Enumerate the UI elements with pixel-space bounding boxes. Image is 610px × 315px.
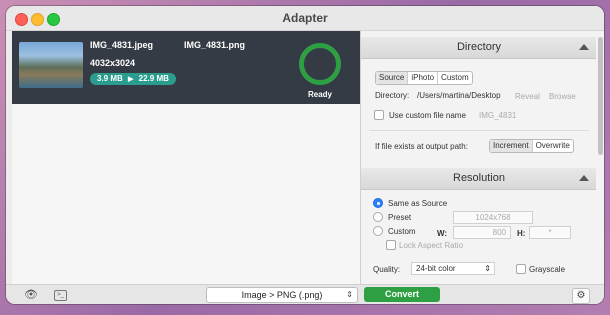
height-input[interactable]: * (529, 226, 571, 239)
preset-select[interactable]: 1024x768 (453, 211, 533, 224)
custom-label: Custom (388, 227, 416, 236)
progress-ring-icon (299, 43, 341, 85)
convert-button[interactable]: Convert (364, 287, 440, 302)
file-row[interactable]: IMG_4831.jpeg IMG_4831.png 4032x3024 3.9… (12, 31, 360, 104)
quality-select[interactable]: 24-bit color ⇕ (411, 262, 495, 275)
preset-label: Preset (388, 213, 412, 222)
size-badge: 3.9 MB ▶ 22.9 MB (90, 73, 176, 85)
bottom-toolbar: 👁 >_ Image > PNG (.png) ⇕ Convert ⚙ (6, 284, 604, 304)
title-bar: Adapter (6, 6, 604, 31)
custom-name-label: Use custom file name (389, 111, 466, 120)
directory-section-header[interactable]: Directory (361, 37, 597, 59)
settings-scrollbar[interactable] (596, 31, 604, 284)
custom-name-checkbox[interactable] (374, 110, 384, 120)
lock-aspect-label: Lock Aspect Ratio (399, 241, 464, 250)
chevron-updown-icon: ⇕ (484, 264, 491, 273)
browse-button[interactable]: Browse (549, 92, 576, 101)
collapse-triangle-icon[interactable] (579, 44, 589, 50)
custom-name-field[interactable]: IMG_4831 (479, 111, 516, 120)
grayscale-checkbox[interactable] (516, 264, 526, 274)
tab-custom[interactable]: Custom (438, 72, 472, 84)
collapse-triangle-icon[interactable] (579, 175, 589, 181)
directory-label: Directory: (375, 91, 410, 100)
format-select[interactable]: Image > PNG (.png) ⇕ (206, 287, 358, 303)
chevron-updown-icon: ⇕ (346, 290, 353, 299)
output-file-name: IMG_4831.png (184, 40, 246, 50)
status-label: Ready (307, 90, 332, 99)
same-as-source-radio[interactable] (373, 198, 383, 208)
window-title: Adapter (282, 11, 328, 25)
gear-icon[interactable]: ⚙ (572, 288, 590, 304)
directory-path: /Users/martina/Desktop (417, 91, 501, 100)
width-label: W: (437, 229, 448, 238)
preset-radio[interactable] (373, 212, 383, 222)
resolution-header-label: Resolution (453, 172, 505, 184)
reveal-button[interactable]: Reveal (515, 92, 540, 101)
same-as-source-label: Same as Source (388, 199, 448, 208)
quality-value: 24-bit color (416, 264, 456, 273)
lock-aspect-checkbox[interactable] (386, 240, 396, 250)
image-dimensions: 4032x3024 (90, 58, 136, 68)
format-value: Image > PNG (.png) (241, 290, 323, 300)
app-window: Adapter IMG_4831.jpeg IMG_4831.png 4032x… (6, 6, 604, 304)
directory-header-label: Directory (456, 41, 501, 53)
option-increment[interactable]: Increment (490, 140, 533, 152)
terminal-icon[interactable]: >_ (54, 290, 67, 301)
tab-iphoto[interactable]: iPhoto (408, 72, 439, 84)
file-exists-options: Increment Overwrite (489, 139, 574, 153)
width-input[interactable]: 800 (453, 226, 511, 239)
arrow-right-icon: ▶ (128, 76, 134, 83)
source-file-name: IMG_4831.jpeg (90, 40, 154, 50)
image-thumbnail (19, 42, 83, 88)
settings-panel: Directory Source iPhoto Custom Directory… (360, 31, 597, 284)
eye-icon[interactable]: 👁 (24, 288, 38, 302)
height-label: H: (517, 229, 526, 238)
scrollbar-thumb[interactable] (598, 37, 603, 155)
grayscale-label: Grayscale (529, 265, 566, 274)
size-from: 3.9 MB (97, 74, 123, 83)
size-to: 22.9 MB (138, 74, 169, 83)
file-queue: IMG_4831.jpeg IMG_4831.png 4032x3024 3.9… (12, 31, 360, 284)
option-overwrite[interactable]: Overwrite (533, 140, 573, 152)
tab-source[interactable]: Source (376, 72, 409, 84)
quality-label: Quality: (373, 265, 401, 274)
custom-radio[interactable] (373, 226, 383, 236)
resolution-section-header[interactable]: Resolution (361, 168, 597, 190)
divider (369, 130, 589, 131)
directory-source-tabs: Source iPhoto Custom (375, 71, 473, 85)
file-exists-label: If file exists at output path: (375, 142, 468, 151)
